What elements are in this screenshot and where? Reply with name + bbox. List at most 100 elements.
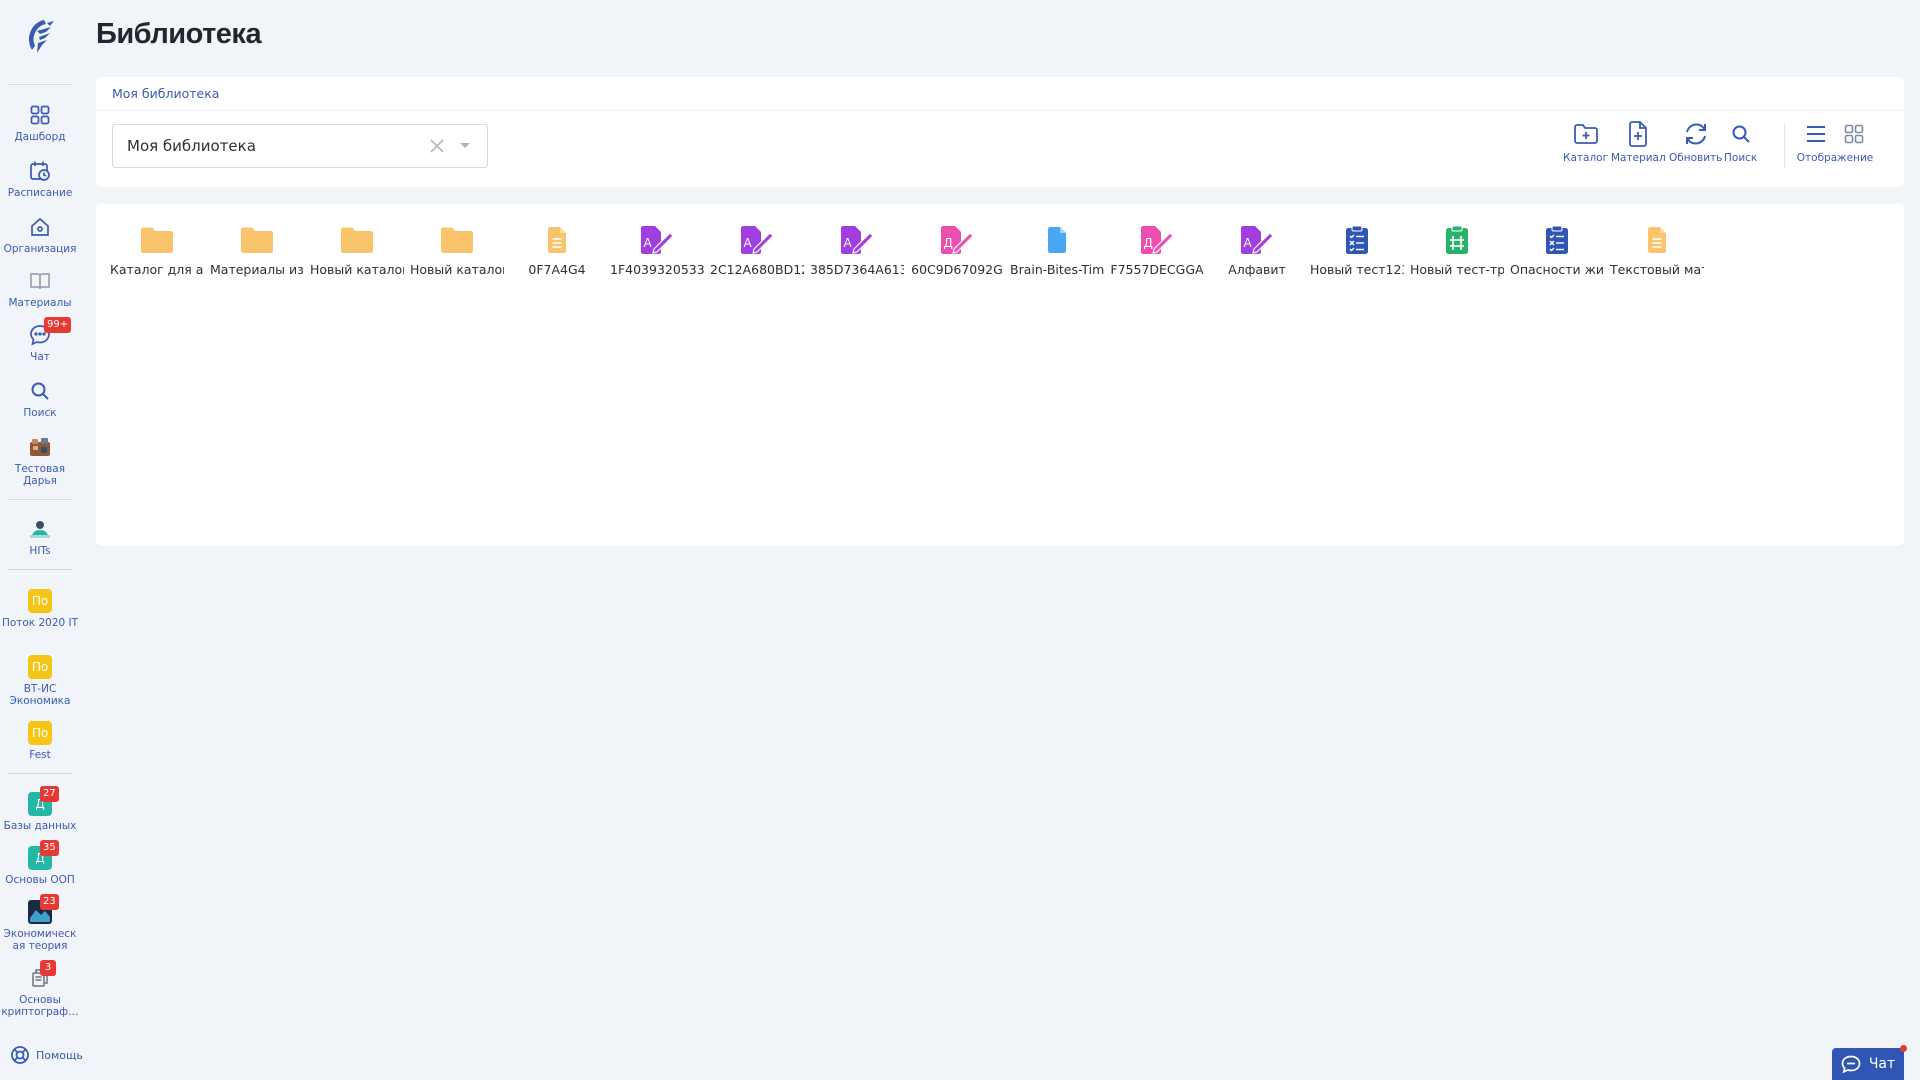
test-item[interactable]: Новый тест123 <box>1310 222 1404 277</box>
grid-view-icon[interactable] <box>1841 121 1867 147</box>
clear-icon[interactable] <box>427 136 447 156</box>
list-view-icon[interactable] <box>1803 121 1829 147</box>
sidebar-item-stream[interactable]: По Поток 2020 IT <box>0 589 80 629</box>
unread-badge: 3 <box>40 960 56 976</box>
sidebar-item-label: Организация <box>3 243 77 255</box>
toolbar-separator <box>1784 124 1785 168</box>
file-grid: Каталог для ав Материалы из « Новый ката… <box>96 204 1904 546</box>
library-select-value: Моя библиотека <box>127 137 256 155</box>
text-document-icon <box>1639 222 1675 258</box>
sidebar-item-label: Базы данных <box>3 820 77 832</box>
sidebar-item-stream[interactable]: По ВТ-ИС Экономика <box>0 655 80 707</box>
library-select[interactable]: Моя библиотека <box>112 124 488 168</box>
view-toggle-icons <box>1803 121 1867 147</box>
course-avatar-wrap: Д 27 <box>28 786 59 816</box>
assignment-icon: Д <box>939 222 975 258</box>
file-name: 0F7A4G4 <box>528 262 586 277</box>
new-catalog-button[interactable]: Каталог <box>1563 121 1608 164</box>
hits-avatar <box>28 517 52 541</box>
assignment-item[interactable]: А 385D7364A613 <box>810 222 904 277</box>
breadcrumb[interactable]: Моя библиотека <box>112 86 219 101</box>
file-plus-icon <box>1625 121 1651 147</box>
sidebar-divider <box>8 499 72 500</box>
refresh-icon <box>1683 121 1709 147</box>
file-item[interactable]: 0F7A4G4 <box>510 222 604 277</box>
sidebar-item-label: Основы криптограф… <box>1 994 79 1018</box>
file-name: F7557DECGGA <box>1110 262 1204 277</box>
sidebar-divider <box>8 773 72 774</box>
assignment-icon: А <box>639 222 675 258</box>
stream-avatar: По <box>28 721 52 745</box>
floating-chat-button[interactable]: Чат <box>1832 1045 1907 1080</box>
library-toolbar-panel: Моя библиотека Моя библиотека Каталог Ма… <box>96 77 1904 187</box>
sidebar-item-materials[interactable]: Материалы <box>0 269 80 309</box>
grid-icon <box>28 103 52 127</box>
lifebuoy-icon <box>11 1046 29 1064</box>
sidebar-item-course[interactable]: Д 35 Основы ООП <box>0 840 80 886</box>
action-label: Поиск <box>1724 152 1758 164</box>
help-link[interactable]: Помощь <box>10 1045 83 1065</box>
folder-icon <box>139 222 175 258</box>
svg-text:А: А <box>644 236 653 250</box>
sidebar-item-stream[interactable]: По Fest <box>0 721 80 761</box>
chevron-down-icon[interactable] <box>455 136 475 156</box>
sidebar-item-label: ВТ-ИС Экономика <box>9 683 71 707</box>
test-item[interactable]: Опасности жив <box>1510 222 1604 277</box>
assignment-item[interactable]: А 2C12A680BD12 <box>710 222 804 277</box>
folder-icon <box>239 222 275 258</box>
sidebar-divider <box>8 569 72 570</box>
file-name: Опасности жив <box>1510 262 1604 277</box>
sidebar-item-dashboard[interactable]: Дашборд <box>0 103 80 143</box>
svg-text:А: А <box>844 236 853 250</box>
sidebar-item-organization[interactable]: Организация <box>0 215 80 255</box>
unread-badge: 99+ <box>44 317 72 333</box>
org-avatar <box>28 435 52 459</box>
file-item[interactable]: Brain-Bites-Tim <box>1010 222 1104 277</box>
assignment-item[interactable]: Д 60C9D67092G <box>910 222 1004 277</box>
sidebar-item-test-org[interactable]: Тестовая Дарья <box>0 435 80 487</box>
folder-item[interactable]: Материалы из « <box>210 222 304 277</box>
sidebar-item-label: Расписание <box>7 187 73 199</box>
folder-item[interactable]: Новый каталог <box>310 222 404 277</box>
sidebar-item-course[interactable]: Д 27 Базы данных <box>0 786 80 832</box>
stream-avatar: По <box>28 655 52 679</box>
chat-button-label: Чат <box>1868 1056 1896 1072</box>
assignment-item[interactable]: А Алфавит <box>1210 222 1304 277</box>
text-document-icon <box>539 222 575 258</box>
sidebar-item-course[interactable]: 3 Основы криптограф… <box>0 960 80 1018</box>
folder-icon <box>339 222 375 258</box>
sidebar-item-schedule[interactable]: Расписание <box>0 159 80 199</box>
assignment-icon: А <box>1239 222 1275 258</box>
new-material-button[interactable]: Материал <box>1611 121 1666 164</box>
refresh-button[interactable]: Обновить <box>1669 121 1722 164</box>
unread-badge: 27 <box>40 786 59 802</box>
sidebar-item-search[interactable]: Поиск <box>0 379 80 419</box>
folder-item[interactable]: Новый каталог <box>410 222 504 277</box>
file-name: Brain-Bites-Tim <box>1010 262 1104 277</box>
file-name: 2C12A680BD12 <box>710 262 804 277</box>
app-logo[interactable] <box>20 18 60 56</box>
file-icon <box>1039 222 1075 258</box>
file-item[interactable]: Текстовый мат <box>1610 222 1704 277</box>
sidebar-item-course[interactable]: 23 Экономическая теория <box>0 894 80 952</box>
file-name: 1F4039320533 <box>610 262 704 277</box>
help-label: Помощь <box>36 1048 83 1062</box>
assignment-icon: Д <box>1139 222 1175 258</box>
folder-item[interactable]: Каталог для ав <box>110 222 204 277</box>
sidebar-item-chat[interactable]: 99+ Чат <box>0 317 80 363</box>
search-button[interactable]: Поиск <box>1724 121 1757 164</box>
sidebar-item-hits[interactable]: HITs <box>0 517 80 557</box>
assignment-item[interactable]: Д F7557DECGGA <box>1110 222 1204 277</box>
file-name: Текстовый мат <box>1610 262 1704 277</box>
svg-text:Д: Д <box>1144 236 1153 250</box>
assignment-icon: А <box>839 222 875 258</box>
file-name: Новый каталог <box>310 262 404 277</box>
course-avatar-wrap: 23 <box>28 894 59 924</box>
file-name: 60C9D67092G <box>911 262 1003 277</box>
sidebar-item-label: Поиск <box>23 407 57 419</box>
svg-text:А: А <box>1244 236 1253 250</box>
assignment-item[interactable]: А 1F4039320533 <box>610 222 704 277</box>
sidebar-item-label: Поток 2020 IT <box>1 617 79 629</box>
file-name: Новый тест123 <box>1310 262 1404 277</box>
test-item[interactable]: Новый тест-тр <box>1410 222 1504 277</box>
